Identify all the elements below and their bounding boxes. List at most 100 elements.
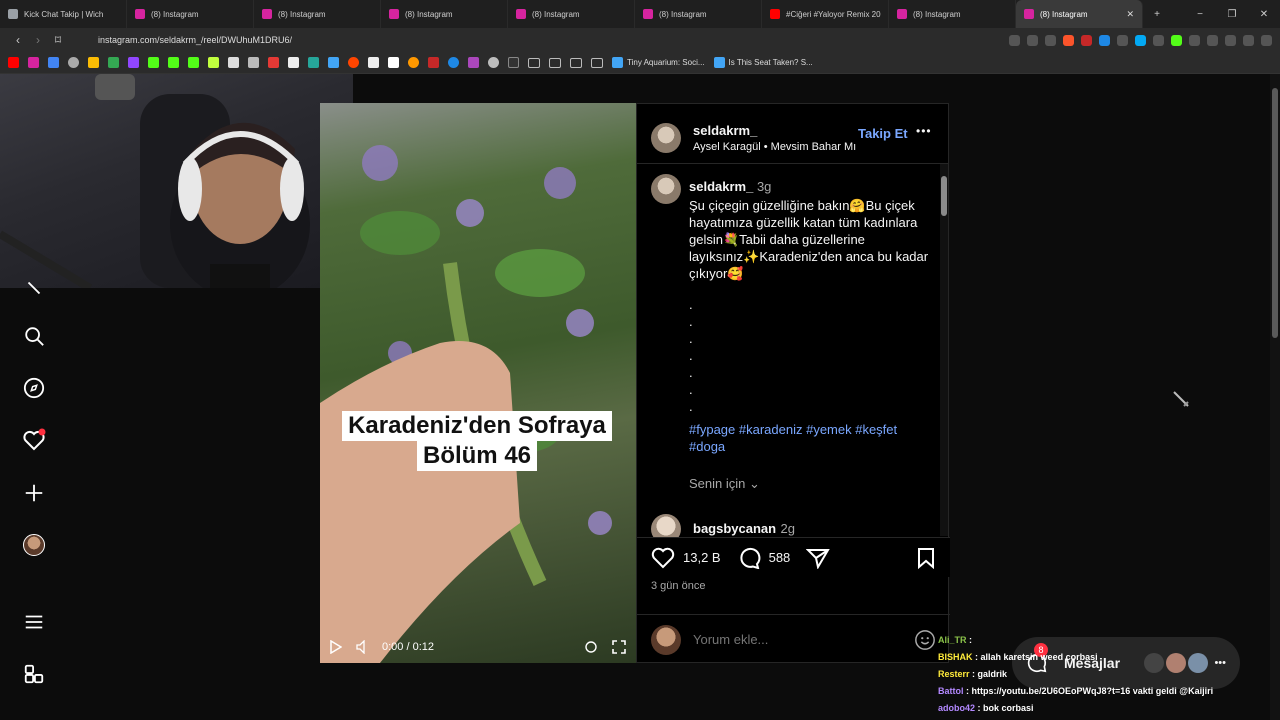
bookmark-icon[interactable]	[328, 57, 339, 68]
reddit-bookmark-icon[interactable]	[348, 57, 359, 68]
folder-icon[interactable]	[528, 57, 540, 68]
new-tab-button[interactable]: +	[1143, 9, 1171, 20]
bookmark-icon[interactable]	[428, 57, 439, 68]
like-heart-icon[interactable]	[651, 547, 675, 569]
bookmark-link[interactable]: Is This Seat Taken? S...	[713, 57, 813, 68]
zoom-icon[interactable]	[1027, 34, 1038, 46]
like-count[interactable]: 13,2 B	[683, 550, 721, 565]
twitch-bookmark-icon[interactable]	[128, 57, 139, 68]
anchor-bookmark-icon[interactable]	[228, 57, 239, 68]
close-tab-icon[interactable]: ✕	[1126, 9, 1134, 20]
save-bookmark-icon[interactable]	[916, 547, 936, 569]
hashtags-line[interactable]: #fypage #karadeniz #yemek #keşfet	[689, 421, 929, 438]
kick-bookmark-icon[interactable]	[148, 57, 159, 68]
url-field[interactable]: instagram.com/seldakrm_/reel/DWUhuM1DRU6…	[98, 35, 292, 45]
brave-shield-icon[interactable]	[1063, 34, 1074, 46]
profile-avatar-icon[interactable]	[22, 533, 46, 557]
extension-icon[interactable]	[1081, 34, 1092, 46]
hashtags-line[interactable]: #doga	[689, 438, 929, 455]
instagram-bookmark-icon[interactable]	[28, 57, 39, 68]
scrollbar-thumb[interactable]	[1272, 88, 1278, 338]
bookmark-icon[interactable]	[268, 57, 279, 68]
comment-input[interactable]	[693, 632, 914, 647]
browser-tab[interactable]: (8) Instagram ✕	[1016, 0, 1143, 28]
bookmark-icon[interactable]	[88, 57, 99, 68]
share-icon[interactable]	[1045, 34, 1056, 46]
browser-tab[interactable]: (8) Instagram	[635, 0, 762, 28]
comment-count[interactable]: 588	[769, 550, 791, 565]
maximize-button[interactable]: ❐	[1216, 9, 1248, 20]
music-icon[interactable]	[1243, 34, 1254, 46]
explore-icon[interactable]	[22, 376, 46, 400]
minimize-button[interactable]: −	[1184, 9, 1216, 20]
back-icon[interactable]: ‹	[8, 33, 28, 47]
extension-icon[interactable]	[1189, 34, 1200, 46]
x-bookmark-icon[interactable]	[288, 57, 299, 68]
fullscreen-icon[interactable]	[612, 640, 626, 654]
folder-icon[interactable]	[570, 57, 582, 68]
bookmark-icon[interactable]	[368, 57, 379, 68]
bookmark-icon[interactable]	[248, 57, 259, 68]
kick-bookmark-icon[interactable]	[188, 57, 199, 68]
replay-icon[interactable]	[584, 640, 598, 654]
play-icon[interactable]	[330, 640, 342, 654]
browser-tab[interactable]: (8) Instagram	[508, 0, 635, 28]
bookmark-icon[interactable]	[508, 57, 519, 68]
sidebar-icon[interactable]	[1225, 34, 1236, 46]
reel-video[interactable]: Karadeniz'den Sofraya Bölüm 46 0:00 / 0:…	[320, 103, 636, 663]
notifications-heart-icon[interactable]	[22, 428, 46, 452]
folder-icon[interactable]	[591, 57, 603, 68]
folder-icon[interactable]	[549, 57, 561, 68]
menu-icon[interactable]	[1261, 34, 1272, 46]
caption-avatar[interactable]	[651, 174, 681, 204]
audio-info[interactable]: Aysel Karagül • Mevsim Bahar Mı	[693, 141, 856, 153]
kick-extension-icon[interactable]	[1171, 34, 1182, 46]
bookmark-icon[interactable]	[448, 57, 459, 68]
caption-username[interactable]: seldakrm_	[689, 179, 753, 194]
create-plus-icon[interactable]	[22, 481, 46, 505]
bookmark-icon[interactable]	[408, 57, 419, 68]
hashtags[interactable]: #fypage #karadeniz #yemek #keşfet #doga	[689, 421, 929, 455]
bookmark-icon[interactable]	[388, 57, 399, 68]
bookmark-icon[interactable]	[468, 57, 479, 68]
bookmark-icon[interactable]	[68, 57, 79, 68]
bookmark-icon[interactable]	[488, 57, 499, 68]
scrollbar-thumb[interactable]	[941, 176, 947, 216]
forward-icon[interactable]: ›	[28, 33, 48, 47]
share-icon[interactable]	[806, 547, 831, 569]
bookmark-icon[interactable]	[108, 57, 119, 68]
author-username[interactable]: seldakrm_	[693, 123, 856, 138]
youtube-bookmark-icon[interactable]	[8, 57, 19, 68]
more-menu-icon[interactable]	[22, 610, 46, 634]
comments-scrollbar[interactable]	[940, 164, 948, 536]
kick-bookmark-icon[interactable]	[168, 57, 179, 68]
extension-icon[interactable]	[1153, 34, 1164, 46]
page-scrollbar[interactable]	[1270, 74, 1280, 720]
search-icon[interactable]	[22, 324, 46, 348]
browser-tab[interactable]: (8) Instagram	[127, 0, 254, 28]
bookmark-icon[interactable]	[48, 57, 59, 68]
extension-icon[interactable]	[1135, 34, 1146, 46]
reels-icon[interactable]	[22, 276, 46, 300]
author-avatar[interactable]	[651, 123, 681, 153]
comment-icon[interactable]	[737, 547, 761, 569]
volume-icon[interactable]	[356, 640, 368, 654]
bookmark-icon[interactable]	[308, 57, 319, 68]
extension-icon[interactable]	[1099, 34, 1110, 46]
browser-tab[interactable]: #Ciğeri #Yaloyor Remix 20	[762, 0, 889, 28]
browser-tab[interactable]: Kick Chat Takip | Wich	[0, 0, 127, 28]
cast-icon[interactable]	[1009, 34, 1020, 46]
follow-button[interactable]: Takip Et	[858, 126, 908, 141]
translation-toggle[interactable]: Senin için ⌄	[689, 475, 929, 492]
bookmark-link[interactable]: Tiny Aquarium: Soci...	[612, 57, 705, 68]
browser-tab[interactable]: (8) Instagram	[381, 0, 508, 28]
browser-tab[interactable]: (8) Instagram	[889, 0, 1016, 28]
close-window-button[interactable]: ✕	[1248, 9, 1280, 20]
bookmark-icon[interactable]: ⌑	[48, 33, 68, 47]
bookmark-icon[interactable]	[208, 57, 219, 68]
extension-icon[interactable]	[1117, 34, 1128, 46]
emoji-icon[interactable]	[914, 629, 936, 651]
more-options-icon[interactable]: •••	[916, 124, 932, 138]
browser-tab[interactable]: (8) Instagram	[254, 0, 381, 28]
apps-grid-icon[interactable]	[22, 662, 46, 686]
